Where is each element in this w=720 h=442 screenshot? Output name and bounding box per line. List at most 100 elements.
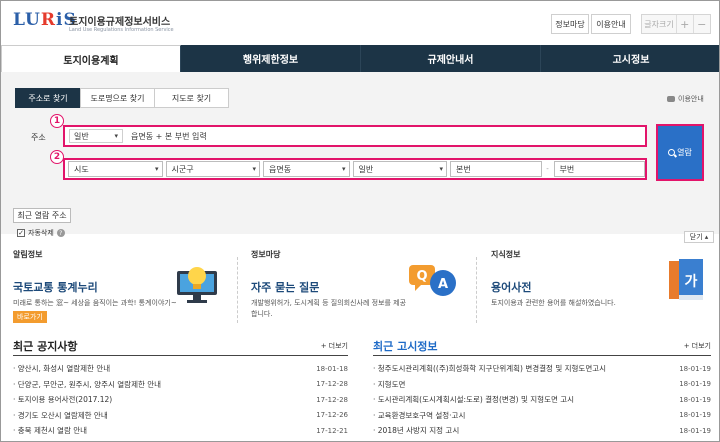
card-dictionary: 지식정보 용어사전 토지이용과 관련한 용어를 해설하였습니다. 가 — [491, 249, 711, 329]
card-divider — [476, 257, 477, 323]
shortcut-button[interactable]: 바로가기 — [13, 311, 47, 323]
list-item-date: 18-01-19 — [679, 364, 711, 373]
auto-delete-option: ✓ 자동삭제 ? — [17, 228, 65, 238]
font-increase-button[interactable]: + — [677, 15, 694, 33]
info-cards: 알림정보 국토교통 통계누리 미래로 통하는 窓~ 세상을 움직이는 과학! 통… — [1, 249, 719, 329]
notices-more-link[interactable]: + 더보기 — [321, 341, 348, 351]
auto-delete-label: 자동삭제 — [28, 229, 54, 237]
view-button-label: 열람 — [677, 148, 692, 157]
address-type-select[interactable]: 일반 ▾ — [69, 129, 123, 143]
lists-area: 최근 공지사항 + 더보기 · 양산시, 화성시 열람제한 안내 18-01-18… — [1, 336, 719, 441]
eupmyeondong-select[interactable]: 읍면동 ▾ — [263, 161, 350, 177]
sido-select[interactable]: 시도 ▾ — [68, 161, 163, 177]
card-category: 정보마당 — [251, 250, 281, 259]
search-area: 주소로 찾기 도로명으로 찾기 지도로 찾기 이용안내 주소 1 2 일반 ▾ … — [1, 72, 719, 237]
address-label: 주소 — [31, 133, 46, 142]
list-item-date: 18-01-18 — [316, 364, 348, 373]
list-item-text: · 도시관리계획(도시계획시설:도로) 결정(변경) 및 지형도면 고시 — [373, 395, 575, 405]
list-item[interactable]: · 지형도면 18-01-19 — [373, 377, 711, 393]
card-title[interactable]: 자주 묻는 질문 — [251, 279, 319, 295]
view-button[interactable]: 열람 — [656, 124, 704, 181]
tab-regulation-guide[interactable]: 규제안내서 — [361, 45, 541, 72]
search-guide-label: 이용안내 — [678, 95, 704, 103]
list-item-date: 18-01-19 — [679, 411, 711, 420]
tab-announcement-info[interactable]: 고시정보 — [541, 45, 719, 72]
close-label: 닫기 — [689, 233, 703, 241]
plus-icon: + — [320, 341, 327, 350]
search-mode-tabs: 주소로 찾기 도로명으로 찾기 지도로 찾기 — [15, 88, 229, 108]
address-type-value: 일반 — [74, 131, 89, 141]
list-item[interactable]: · 충북 제천시 열람 안내 17-12-21 — [13, 423, 348, 439]
announcements-title: 최근 고시정보 — [373, 339, 438, 353]
tab-search-by-address[interactable]: 주소로 찾기 — [15, 88, 81, 108]
list-item-date: 17-12-26 — [316, 411, 348, 420]
quick-address-input[interactable]: 읍면동 + 본 부번 입력 — [131, 131, 207, 142]
card-faq: 정보마당 자주 묻는 질문 개발행위허가, 도시계획 등 질의회신사례 정보를 … — [251, 249, 466, 329]
help-icon[interactable]: ? — [56, 229, 65, 237]
detailed-address-row: 시도 ▾ 시군구 ▾ 읍면동 ▾ 일반 ▾ 본번 - 부번 — [63, 158, 647, 180]
logo[interactable]: LURiS 토지이용규제정보서비스 Land Use Regulations I… — [13, 8, 174, 38]
list-item[interactable]: · 도시관리계획(도시계획시설:도로) 결정(변경) 및 지형도면 고시 18-0… — [373, 392, 711, 408]
list-item-date: 18-01-19 — [679, 395, 711, 404]
list-item[interactable]: · 양산시, 화성시 열람제한 안내 18-01-18 — [13, 361, 348, 377]
annotation-marker-2: 2 — [50, 150, 64, 164]
recent-notices: 최근 공지사항 + 더보기 · 양산시, 화성시 열람제한 안내 18-01-18… — [13, 336, 348, 439]
notices-more-label: 더보기 — [328, 341, 348, 350]
announcements-more-label: 더보기 — [691, 341, 711, 350]
eupmyeondong-value: 읍면동 — [269, 164, 292, 174]
tab-activity-restriction[interactable]: 행위제한정보 — [181, 45, 361, 72]
svg-text:A: A — [438, 277, 448, 292]
card-title[interactable]: 국토교통 통계누리 — [13, 279, 98, 295]
speech-bubble-icon — [667, 96, 675, 102]
main-number-input[interactable]: 본번 — [450, 161, 542, 177]
list-item[interactable]: · 경기도 오산시 열람제한 안내 17-12-26 — [13, 408, 348, 424]
card-description: 토지이용과 관련한 용어를 해설하였습니다. — [491, 299, 616, 307]
guide-button[interactable]: 이용안내 — [591, 14, 631, 34]
tab-search-by-road-name[interactable]: 도로명으로 찾기 — [80, 88, 155, 108]
font-size-label: 글자크기 — [642, 15, 677, 33]
tab-land-use-plan[interactable]: 토지이용계획 — [1, 45, 181, 72]
recent-addresses-button[interactable]: 최근 열람 주소 — [13, 208, 71, 223]
sub-number-input[interactable]: 부번 — [553, 161, 646, 177]
list-item[interactable]: · 단양군, 무안군, 원주시, 양주시 열람제한 안내 17-12-28 — [13, 377, 348, 393]
chevron-down-icon: ▾ — [439, 165, 444, 173]
qa-bubble-icon: Q A — [409, 265, 456, 296]
sigungu-select[interactable]: 시군구 ▾ — [165, 161, 260, 177]
font-decrease-button[interactable]: − — [694, 15, 711, 33]
list-item-date: 17-12-21 — [316, 426, 348, 435]
service-name: 토지이용규제정보서비스 — [69, 17, 171, 28]
card-category: 알림정보 — [13, 250, 43, 259]
main-nav: 토지이용계획 행위제한정보 규제안내서 고시정보 — [1, 45, 719, 72]
card-description: 개발행위허가, 도시계획 등 질의회신사례 정보를 제공합니다. — [251, 299, 407, 318]
list-item[interactable]: · 토지이용 용어사전(2017.12) 17-12-28 — [13, 392, 348, 408]
auto-delete-checkbox[interactable]: ✓ — [17, 229, 25, 237]
list-item-date: 17-12-28 — [316, 395, 348, 404]
announcements-header: 최근 고시정보 + 더보기 — [373, 336, 711, 356]
card-title[interactable]: 용어사전 — [491, 279, 531, 295]
font-size-control: 글자크기 + − — [641, 14, 711, 34]
list-item-text: · 청주도시관리계획((주)희성화학 지구단위계획) 변경결정 및 지형도면고시 — [373, 364, 607, 374]
info-map-button[interactable]: 정보마당 — [551, 14, 589, 34]
number-separator: - — [546, 165, 549, 173]
card-divider — [237, 257, 238, 323]
list-item-text: · 토지이용 용어사전(2017.12) — [13, 395, 113, 405]
list-item-text: · 단양군, 무안군, 원주시, 양주시 열람제한 안내 — [13, 379, 162, 389]
chevron-down-icon: ▾ — [114, 132, 118, 140]
list-item[interactable]: · 청주도시관리계획((주)희성화학 지구단위계획) 변경결정 및 지형도면고시… — [373, 361, 711, 377]
svg-text:Q: Q — [416, 269, 427, 284]
tab-search-by-map[interactable]: 지도로 찾기 — [154, 88, 229, 108]
list-item[interactable]: · 2018년 사방지 지정 고시 18-01-19 — [373, 423, 711, 439]
search-icon — [668, 149, 676, 156]
list-item-text: · 2018년 사방지 지정 고시 — [373, 426, 460, 436]
list-item[interactable]: · 교육환경보호구역 설정·고시 18-01-19 — [373, 408, 711, 424]
close-button[interactable]: 닫기 ▴ — [684, 231, 714, 243]
announcements-more-link[interactable]: + 더보기 — [684, 341, 711, 351]
land-type-select[interactable]: 일반 ▾ — [352, 161, 448, 177]
search-guide-link[interactable]: 이용안내 — [667, 94, 704, 104]
header: LURiS 토지이용규제정보서비스 Land Use Regulations I… — [1, 1, 719, 45]
page-frame: LURiS 토지이용규제정보서비스 Land Use Regulations I… — [0, 0, 720, 442]
list-item-date: 18-01-19 — [679, 426, 711, 435]
list-item-text: · 교육환경보호구역 설정·고시 — [373, 410, 466, 420]
list-item-date: 18-01-19 — [679, 380, 711, 389]
sigungu-value: 시군구 — [171, 164, 194, 174]
